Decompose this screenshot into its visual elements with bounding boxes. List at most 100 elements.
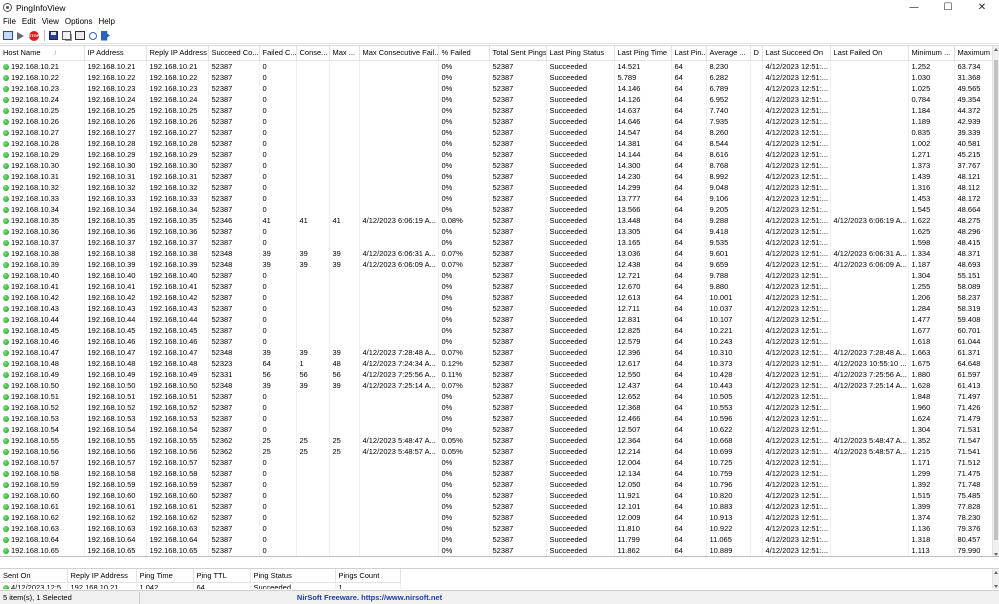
table-row[interactable]: 192.168.10.65 192.168.10.65 192.168.10.65 5…: [0, 544, 999, 556]
table-row[interactable]: 192.168.10.43 192.168.10.43 192.168.10.43 5…: [0, 302, 999, 314]
table-row[interactable]: 192.168.10.41 192.168.10.41 192.168.10.41 5…: [0, 280, 999, 292]
table-row[interactable]: 192.168.10.61 192.168.10.61 192.168.10.61 5…: [0, 500, 999, 512]
table-row[interactable]: 192.168.10.56 192.168.10.56 192.168.10.56 5…: [0, 445, 999, 457]
table-row[interactable]: 192.168.10.38 192.168.10.38 192.168.10.38 5…: [0, 247, 999, 259]
column-header[interactable]: % Failed: [438, 46, 490, 61]
menu-options[interactable]: Options: [62, 17, 96, 26]
column-header[interactable]: Failed C...: [259, 46, 297, 61]
table-row[interactable]: 192.168.10.28 192.168.10.28 192.168.10.28 5…: [0, 137, 999, 149]
table-row[interactable]: 192.168.10.44 192.168.10.44 192.168.10.44 5…: [0, 313, 999, 325]
column-header[interactable]: Last Succeed On: [762, 46, 831, 61]
table-row[interactable]: 192.168.10.50 192.168.10.50 192.168.10.50 5…: [0, 379, 999, 391]
column-header[interactable]: IP Address: [84, 46, 147, 61]
table-cell: [359, 423, 439, 435]
column-header[interactable]: Last Ping Status: [546, 46, 615, 61]
table-row[interactable]: 192.168.10.23 192.168.10.23 192.168.10.23 5…: [0, 82, 999, 94]
table-row[interactable]: 192.168.10.42 192.168.10.42 192.168.10.42 5…: [0, 291, 999, 303]
table-row[interactable]: 192.168.10.58 192.168.10.58 192.168.10.58 5…: [0, 467, 999, 479]
table-row[interactable]: 192.168.10.32 192.168.10.32 192.168.10.32 5…: [0, 181, 999, 193]
properties-button[interactable]: [2, 30, 13, 41]
table-row[interactable]: 192.168.10.57 192.168.10.57 192.168.10.57 5…: [0, 456, 999, 468]
history-scrollbar[interactable]: [992, 569, 999, 589]
table-row[interactable]: 192.168.10.29 192.168.10.29 192.168.10.29 5…: [0, 148, 999, 160]
scroll-up-icon[interactable]: [994, 48, 998, 51]
table-row[interactable]: 192.168.10.24 192.168.10.24 192.168.10.24 5…: [0, 93, 999, 105]
table-row[interactable]: 192.168.10.30 192.168.10.30 192.168.10.30 5…: [0, 159, 999, 171]
column-header[interactable]: Max Consecutive Fail...: [359, 46, 439, 61]
table-row[interactable]: 192.168.10.51 192.168.10.51 192.168.10.51 5…: [0, 390, 999, 402]
table-row[interactable]: 192.168.10.46 192.168.10.46 192.168.10.46 5…: [0, 335, 999, 347]
table-row[interactable]: 192.168.10.47 192.168.10.47 192.168.10.47 5…: [0, 346, 999, 358]
start-button[interactable]: [15, 30, 26, 41]
ping-history-list[interactable]: Sent On Reply IP Address Ping Time Ping TTL…: [0, 568, 999, 589]
column-header[interactable]: Average ...: [706, 46, 751, 61]
stop-button[interactable]: STOP: [28, 30, 39, 41]
scrollbar-thumb[interactable]: [994, 60, 998, 540]
table-row[interactable]: 192.168.10.49 192.168.10.49 192.168.10.49 5…: [0, 368, 999, 380]
hosts-list[interactable]: Host Name / IP Address Reply IP Address Succ…: [0, 45, 999, 557]
history-scroll-down-icon[interactable]: [994, 585, 998, 588]
table-cell: 52323: [208, 357, 260, 369]
column-header[interactable]: Last Pin...: [671, 46, 707, 61]
history-column-header[interactable]: Sent On: [0, 569, 68, 583]
table-row[interactable]: 192.168.10.40 192.168.10.40 192.168.10.40 5…: [0, 269, 999, 281]
menu-help[interactable]: Help: [95, 17, 117, 26]
close-button[interactable]: ✕: [965, 0, 999, 15]
maximize-button[interactable]: ☐: [931, 0, 965, 15]
history-column-header[interactable]: Ping Time: [136, 569, 194, 583]
column-header[interactable]: Minimum ...: [908, 46, 955, 61]
history-column-header[interactable]: Reply IP Address: [67, 569, 137, 583]
scroll-down-icon[interactable]: [994, 553, 998, 556]
table-cell: [830, 313, 909, 325]
table-row[interactable]: 192.168.10.35 192.168.10.35 192.168.10.35 5…: [0, 214, 999, 226]
table-row[interactable]: 192.168.10.54 192.168.10.54 192.168.10.54 5…: [0, 423, 999, 435]
vertical-scrollbar[interactable]: [992, 46, 999, 556]
table-row[interactable]: 192.168.10.21 192.168.10.21 192.168.10.21 5…: [0, 60, 999, 72]
column-header[interactable]: Succeed Co...: [208, 46, 260, 61]
history-scroll-up-icon[interactable]: [994, 571, 998, 574]
table-row[interactable]: 192.168.10.37 192.168.10.37 192.168.10.37 5…: [0, 236, 999, 248]
column-header[interactable]: D: [750, 46, 763, 61]
table-row[interactable]: 192.168.10.52 192.168.10.52 192.168.10.52 5…: [0, 401, 999, 413]
table-row[interactable]: 192.168.10.36 192.168.10.36 192.168.10.36 5…: [0, 225, 999, 237]
history-row[interactable]: 4/12/2023 12:5... 192.168.10.21 1.042 64 Suc…: [0, 582, 401, 589]
table-row[interactable]: 192.168.10.22 192.168.10.22 192.168.10.22 5…: [0, 71, 999, 83]
table-row[interactable]: 192.168.10.31 192.168.10.31 192.168.10.31 5…: [0, 170, 999, 182]
menu-file[interactable]: File: [0, 17, 19, 26]
table-row[interactable]: 192.168.10.60 192.168.10.60 192.168.10.60 5…: [0, 489, 999, 501]
table-row[interactable]: 192.168.10.55 192.168.10.55 192.168.10.55 5…: [0, 434, 999, 446]
history-column-header[interactable]: Ping TTL: [193, 569, 251, 583]
column-header[interactable]: Total Sent Pings: [489, 46, 547, 61]
table-row[interactable]: 192.168.10.53 192.168.10.53 192.168.10.53 5…: [0, 412, 999, 424]
table-row[interactable]: 192.168.10.25 192.168.10.25 192.168.10.25 5…: [0, 104, 999, 116]
table-row[interactable]: 192.168.10.39 192.168.10.39 192.168.10.39 5…: [0, 258, 999, 270]
save-button[interactable]: [48, 30, 59, 41]
column-header[interactable]: Max ...: [329, 46, 360, 61]
table-cell: 1.624: [908, 412, 955, 424]
exit-button[interactable]: [100, 30, 111, 41]
history-column-header[interactable]: Ping Status: [250, 569, 336, 583]
menu-view[interactable]: View: [39, 17, 62, 26]
table-row[interactable]: 192.168.10.33 192.168.10.33 192.168.10.33 5…: [0, 192, 999, 204]
column-header[interactable]: Last Failed On: [830, 46, 909, 61]
table-row[interactable]: 192.168.10.59 192.168.10.59 192.168.10.59 5…: [0, 478, 999, 490]
minimize-button[interactable]: —: [897, 0, 931, 15]
column-header[interactable]: Last Ping Time: [614, 46, 672, 61]
column-header[interactable]: Reply IP Address: [146, 46, 209, 61]
table-row[interactable]: 192.168.10.34 192.168.10.34 192.168.10.34 5…: [0, 203, 999, 215]
copy-button[interactable]: [61, 30, 72, 41]
table-row[interactable]: 192.168.10.63 192.168.10.63 192.168.10.63 5…: [0, 522, 999, 534]
html-report-button[interactable]: [74, 30, 85, 41]
column-header[interactable]: Conse...: [296, 46, 330, 61]
history-column-header[interactable]: Pings Count: [335, 569, 401, 583]
menu-edit[interactable]: Edit: [19, 17, 39, 26]
column-header[interactable]: Host Name /: [0, 46, 85, 61]
nirsoft-link[interactable]: NirSoft Freeware. https://www.nirsoft.ne…: [140, 593, 599, 602]
find-button[interactable]: [87, 30, 98, 41]
table-row[interactable]: 192.168.10.64 192.168.10.64 192.168.10.64 5…: [0, 533, 999, 545]
table-row[interactable]: 192.168.10.27 192.168.10.27 192.168.10.27 5…: [0, 126, 999, 138]
table-row[interactable]: 192.168.10.48 192.168.10.48 192.168.10.48 5…: [0, 357, 999, 369]
table-row[interactable]: 192.168.10.26 192.168.10.26 192.168.10.26 5…: [0, 115, 999, 127]
table-row[interactable]: 192.168.10.45 192.168.10.45 192.168.10.45 5…: [0, 324, 999, 336]
table-row[interactable]: 192.168.10.62 192.168.10.62 192.168.10.62 5…: [0, 511, 999, 523]
